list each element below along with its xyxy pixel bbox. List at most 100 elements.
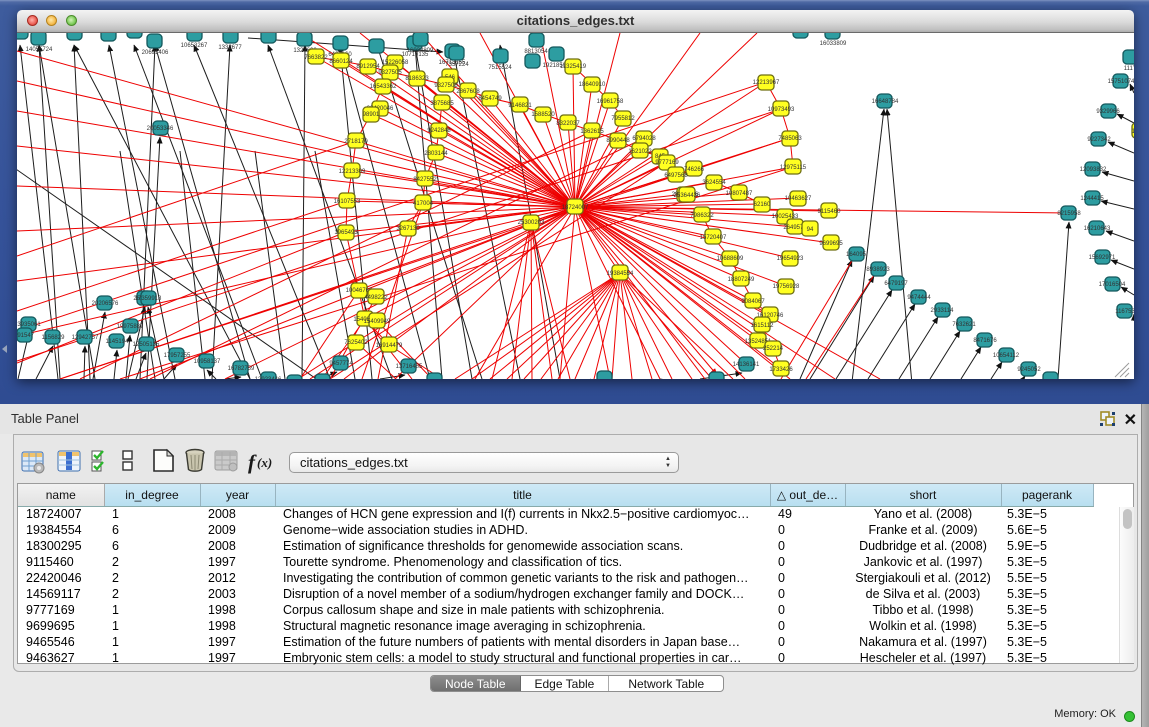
svg-text:7357224: 7357224 bbox=[445, 62, 469, 68]
svg-text:4498222: 4498222 bbox=[364, 295, 388, 301]
svg-text:16033809: 16033809 bbox=[820, 41, 847, 47]
svg-text:164095: 164095 bbox=[846, 252, 867, 258]
svg-text:7986322: 7986322 bbox=[690, 213, 714, 219]
svg-text:2933114: 2933114 bbox=[931, 308, 955, 314]
svg-text:16543362: 16543362 bbox=[370, 84, 397, 90]
svg-text:8322037: 8322037 bbox=[556, 121, 580, 127]
svg-text:417004: 417004 bbox=[413, 201, 434, 207]
svg-text:17016504: 17016504 bbox=[1099, 282, 1126, 288]
svg-text:8912954: 8912954 bbox=[356, 64, 380, 70]
svg-text:3875685: 3875685 bbox=[430, 101, 454, 107]
svg-text:62160: 62160 bbox=[754, 202, 771, 208]
svg-text:10973493: 10973493 bbox=[768, 107, 795, 113]
svg-text:12505135: 12505135 bbox=[133, 342, 160, 348]
svg-text:1588520: 1588520 bbox=[531, 112, 555, 118]
svg-text:16648784: 16648784 bbox=[872, 99, 899, 105]
svg-text:6794028: 6794028 bbox=[632, 136, 656, 142]
svg-text:17957255: 17957255 bbox=[164, 353, 191, 359]
svg-text:6497568: 6497568 bbox=[664, 173, 688, 179]
svg-text:16033809: 16033809 bbox=[407, 48, 434, 54]
svg-text:20206576: 20206576 bbox=[92, 301, 119, 307]
svg-text:25300203: 25300203 bbox=[518, 220, 545, 226]
svg-text:9699695: 9699695 bbox=[819, 241, 843, 247]
svg-text:12923446: 12923446 bbox=[255, 377, 282, 379]
svg-text:98901: 98901 bbox=[363, 112, 380, 118]
svg-text:12975115: 12975115 bbox=[780, 165, 807, 171]
svg-text:252214: 252214 bbox=[763, 346, 784, 352]
svg-text:9777169: 9777169 bbox=[655, 160, 679, 166]
svg-text:1145194: 1145194 bbox=[106, 339, 130, 345]
svg-text:7632621: 7632621 bbox=[952, 322, 976, 328]
svg-text:10807487: 10807487 bbox=[726, 191, 753, 197]
svg-text:1244415: 1244415 bbox=[1080, 196, 1104, 202]
svg-text:16782759: 16782759 bbox=[228, 366, 255, 372]
svg-text:25364436: 25364436 bbox=[674, 193, 701, 199]
svg-text:16961758: 16961758 bbox=[597, 99, 624, 105]
svg-text:16210643: 16210643 bbox=[1084, 226, 1111, 232]
svg-text:10958137: 10958137 bbox=[194, 359, 221, 365]
svg-text:17359918: 17359918 bbox=[135, 296, 162, 302]
svg-text:3624554: 3624554 bbox=[702, 180, 726, 186]
svg-text:19975887: 19975887 bbox=[117, 324, 144, 330]
svg-text:9474444: 9474444 bbox=[907, 295, 931, 301]
svg-text:8427552: 8427552 bbox=[413, 177, 437, 183]
svg-text:9146821: 9146821 bbox=[508, 103, 532, 109]
svg-text:16107553: 16107553 bbox=[334, 199, 361, 205]
svg-text:10688609: 10688609 bbox=[717, 256, 744, 262]
svg-text:12093832: 12093832 bbox=[1080, 167, 1107, 173]
svg-text:19756928: 19756928 bbox=[773, 284, 800, 290]
svg-text:2867608: 2867608 bbox=[456, 89, 480, 95]
svg-text:9329966: 9329966 bbox=[1096, 109, 1120, 115]
svg-text:1332677: 1332677 bbox=[218, 45, 242, 51]
svg-text:7625402: 7625402 bbox=[344, 340, 368, 346]
svg-text:3935061: 3935061 bbox=[17, 322, 41, 328]
svg-text:1362615: 1362615 bbox=[580, 129, 604, 135]
svg-text:9227342: 9227342 bbox=[1087, 137, 1111, 143]
svg-text:12942757: 12942757 bbox=[72, 335, 99, 341]
svg-text:8813054: 8813054 bbox=[524, 49, 548, 55]
svg-text:19654923: 19654923 bbox=[777, 256, 804, 262]
svg-text:8186323: 8186323 bbox=[405, 76, 429, 82]
svg-text:15692971: 15692971 bbox=[1089, 255, 1116, 261]
svg-text:12213309: 12213309 bbox=[339, 169, 366, 175]
svg-text:2718170: 2718170 bbox=[344, 139, 368, 145]
svg-text:10653267: 10653267 bbox=[181, 43, 208, 49]
svg-text:116753: 116753 bbox=[1115, 309, 1134, 315]
svg-text:9084067: 9084067 bbox=[741, 299, 765, 305]
svg-text:1733426: 1733426 bbox=[769, 367, 793, 373]
svg-text:9242848: 9242848 bbox=[427, 128, 451, 134]
svg-text:14136141: 14136141 bbox=[733, 362, 760, 368]
svg-text:1156829: 1156829 bbox=[42, 335, 66, 341]
svg-text:8660124: 8660124 bbox=[329, 59, 353, 65]
svg-text:7663822: 7663822 bbox=[304, 55, 328, 61]
svg-text:6479197: 6479197 bbox=[884, 281, 908, 287]
svg-text:1965493: 1965493 bbox=[334, 230, 358, 236]
svg-text:9327508: 9327508 bbox=[434, 83, 458, 89]
svg-text:8454749: 8454749 bbox=[478, 96, 502, 102]
svg-text:8938923: 8938923 bbox=[866, 267, 890, 273]
svg-text:1621022: 1621022 bbox=[628, 149, 652, 155]
svg-text:12213967: 12213967 bbox=[753, 80, 780, 86]
svg-text:7485063: 7485063 bbox=[778, 136, 802, 142]
svg-text:8990448: 8990448 bbox=[606, 138, 630, 144]
svg-text:7515524: 7515524 bbox=[488, 65, 512, 71]
svg-text:9115460: 9115460 bbox=[818, 209, 842, 215]
svg-text:14055724: 14055724 bbox=[26, 47, 53, 53]
svg-text:1117: 1117 bbox=[1124, 66, 1134, 72]
svg-text:8215958: 8215958 bbox=[1057, 211, 1081, 217]
svg-text:15751074: 15751074 bbox=[1108, 79, 1134, 85]
svg-text:18807249: 18807249 bbox=[728, 277, 755, 283]
svg-text:7955812: 7955812 bbox=[611, 116, 635, 122]
svg-text:20691406: 20691406 bbox=[142, 50, 169, 56]
svg-text:10463627: 10463627 bbox=[785, 196, 812, 202]
svg-text:f: f bbox=[248, 450, 257, 474]
svg-text:391547: 391547 bbox=[17, 333, 35, 339]
svg-text:18724007: 18724007 bbox=[562, 205, 589, 211]
svg-text:9327505: 9327505 bbox=[378, 70, 402, 76]
svg-text:20053346: 20053346 bbox=[147, 126, 174, 132]
svg-text:1615112: 1615112 bbox=[751, 323, 775, 329]
svg-text:15720407: 15720407 bbox=[700, 235, 727, 241]
svg-text:16914479: 16914479 bbox=[376, 343, 403, 349]
svg-text:(x): (x) bbox=[257, 455, 272, 470]
svg-text:8471676: 8471676 bbox=[973, 338, 997, 344]
